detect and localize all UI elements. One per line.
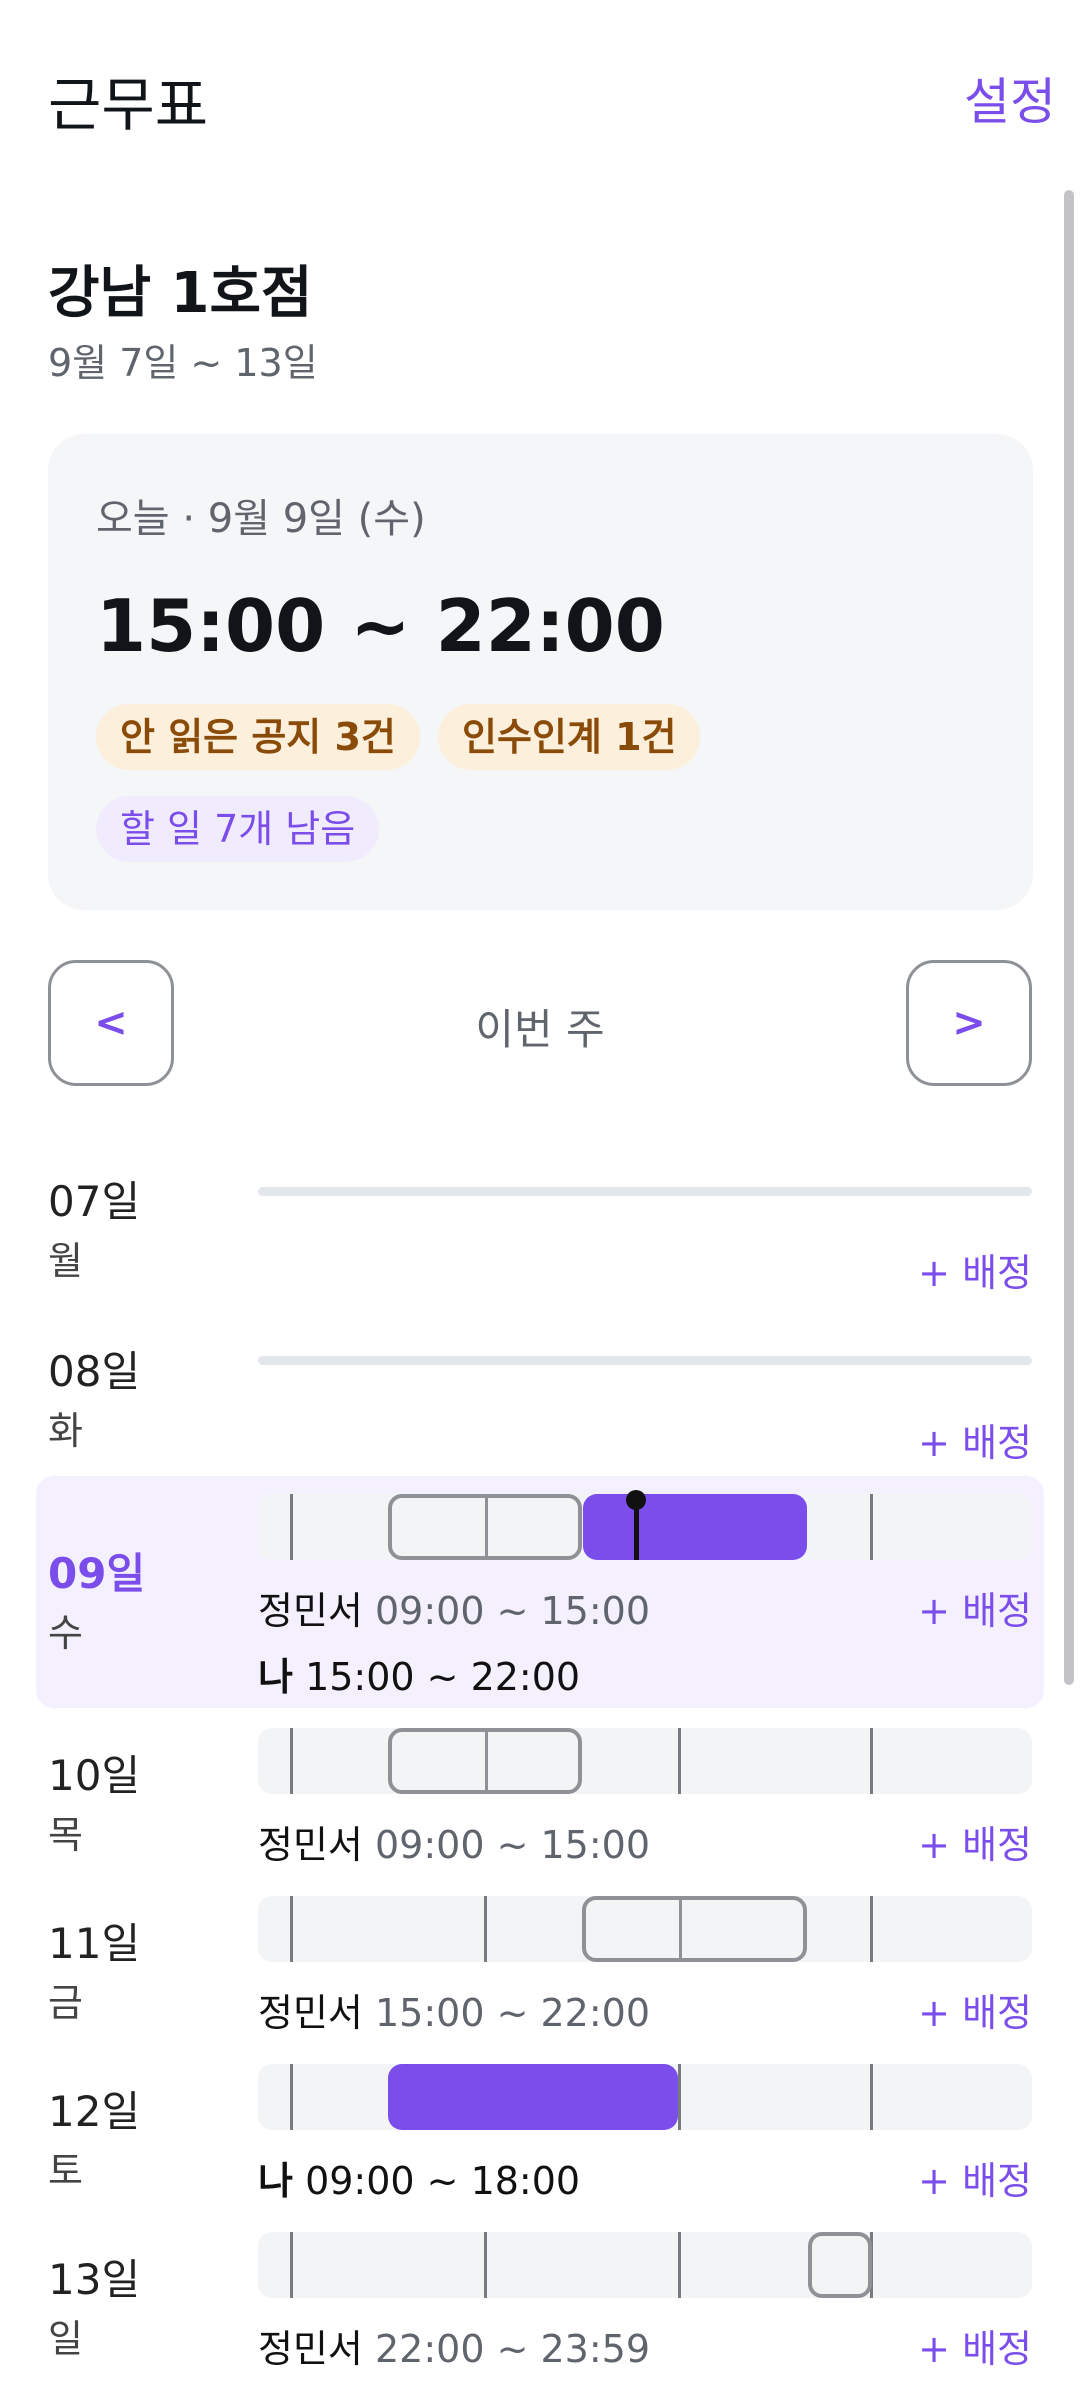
- shift-time: 15:00 ~ 22:00: [305, 1655, 581, 1699]
- settings-button[interactable]: 설정: [964, 62, 1056, 134]
- shift-entry: 정민서 09:00 ~ 15:00: [258, 1580, 650, 1635]
- app-bar: 근무표 설정: [0, 0, 1080, 190]
- day-weekday: 토: [48, 2149, 83, 2193]
- hour-tick: [678, 2064, 681, 2130]
- day-number: 09일: [48, 1549, 146, 1598]
- day-weekday: 수: [48, 1611, 83, 1655]
- shift-timeline[interactable]: [258, 1896, 1032, 1962]
- day-weekday: 일: [48, 2317, 83, 2361]
- hour-tick: [290, 2064, 293, 2130]
- today-shift-time: 15:00 ~ 22:00: [96, 584, 665, 668]
- day-number: 08일: [48, 1347, 141, 1396]
- hour-tick: [290, 2232, 293, 2298]
- shift-time: 15:00 ~ 22:00: [374, 1991, 651, 2035]
- hour-tick: [678, 1728, 681, 1794]
- shift-employee-name: 나: [258, 2159, 293, 2203]
- assign-button[interactable]: + 배정: [918, 2318, 1032, 2373]
- assign-button[interactable]: + 배정: [918, 1242, 1032, 1297]
- coworker-shift-block[interactable]: [388, 1728, 582, 1794]
- shift-employee-name: 정민서: [258, 1589, 363, 1633]
- today-card: 오늘 · 9월 9일 (수) 15:00 ~ 22:00 안 읽은 공지 3건 …: [48, 434, 1033, 910]
- handover-chip[interactable]: 인수인계 1건: [438, 704, 701, 770]
- shift-employee-name: 정민서: [258, 2327, 363, 2371]
- shift-employee-name: 나: [258, 1655, 293, 1699]
- coworker-shift-block[interactable]: [388, 1494, 582, 1560]
- hour-tick: [678, 2232, 681, 2298]
- shift-entry-mine: 나 15:00 ~ 22:00: [258, 1646, 580, 1701]
- shift-employee-name: 정민서: [258, 1823, 363, 1867]
- hour-tick: [870, 1728, 873, 1794]
- hour-tick: [290, 1728, 293, 1794]
- shift-entry: 정민서 09:00 ~ 15:00: [258, 1814, 650, 1869]
- assign-button[interactable]: + 배정: [918, 1982, 1032, 2037]
- shift-timeline[interactable]: [258, 2064, 1032, 2130]
- shift-entry: 정민서 15:00 ~ 22:00: [258, 1982, 650, 2037]
- assign-button[interactable]: + 배정: [918, 2150, 1032, 2205]
- shift-timeline[interactable]: [258, 1490, 1032, 1560]
- day-number: 10일: [48, 1751, 141, 1800]
- day-number: 13일: [48, 2255, 141, 2304]
- shift-entry-mine: 나 09:00 ~ 18:00: [258, 2150, 580, 2205]
- hour-tick: [870, 1494, 873, 1560]
- shift-time: 09:00 ~ 18:00: [305, 2159, 581, 2203]
- shift-time: 22:00 ~ 23:59: [374, 2327, 651, 2371]
- my-shift-block[interactable]: [583, 1494, 807, 1560]
- scrollbar[interactable]: [1064, 190, 1074, 1685]
- day-weekday: 화: [48, 1409, 83, 1453]
- hour-tick: [290, 1494, 293, 1560]
- shift-entry: 정민서 22:00 ~ 23:59: [258, 2318, 650, 2373]
- today-label: 오늘 · 9월 9일 (수): [96, 496, 426, 542]
- hour-tick: [290, 1896, 293, 1962]
- hour-tick: [870, 2064, 873, 2130]
- day-number: 12일: [48, 2087, 141, 2136]
- day-number: 11일: [48, 1919, 141, 1968]
- unread-notices-chip[interactable]: 안 읽은 공지 3건: [96, 704, 420, 770]
- shift-time: 09:00 ~ 15:00: [374, 1589, 651, 1633]
- assign-button[interactable]: + 배정: [918, 1580, 1032, 1635]
- current-time-dot: [626, 1490, 646, 1510]
- shift-time: 09:00 ~ 15:00: [374, 1823, 651, 1867]
- shift-timeline[interactable]: [258, 2232, 1032, 2298]
- week-range: 9월 7일 ~ 13일: [48, 341, 318, 385]
- assign-button[interactable]: + 배정: [918, 1814, 1032, 1869]
- next-week-button[interactable]: >: [906, 960, 1032, 1086]
- coworker-shift-block[interactable]: [808, 2232, 872, 2298]
- day-weekday: 월: [48, 1239, 83, 1283]
- hour-tick: [870, 1896, 873, 1962]
- empty-timeline: [258, 1187, 1032, 1196]
- empty-timeline: [258, 1356, 1032, 1365]
- shift-employee-name: 정민서: [258, 1991, 363, 2035]
- day-weekday: 금: [48, 1981, 83, 2025]
- assign-button[interactable]: + 배정: [918, 1412, 1032, 1467]
- hour-tick: [484, 2232, 487, 2298]
- page-title: 근무표: [48, 71, 209, 139]
- my-shift-block[interactable]: [388, 2064, 678, 2130]
- hour-tick: [484, 1896, 487, 1962]
- coworker-shift-block[interactable]: [582, 1896, 807, 1962]
- todo-chip[interactable]: 할 일 7개 남음: [96, 796, 380, 862]
- day-weekday: 목: [48, 1813, 83, 1857]
- day-number: 07일: [48, 1177, 141, 1226]
- shift-timeline[interactable]: [258, 1728, 1032, 1794]
- store-name: 강남 1호점: [48, 261, 313, 326]
